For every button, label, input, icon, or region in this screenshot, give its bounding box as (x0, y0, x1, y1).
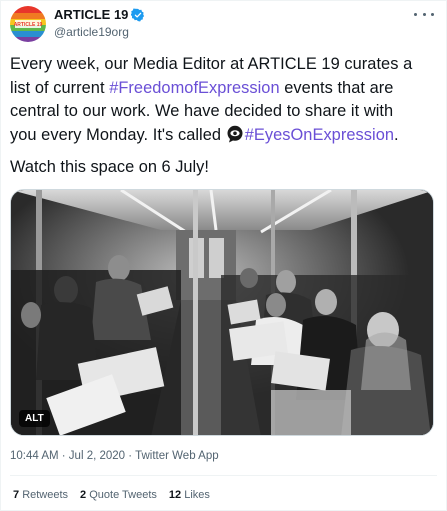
verified-badge-icon (131, 8, 145, 22)
hashtag-link-eyes[interactable]: #EyesOnExpression (245, 126, 394, 144)
text-segment: events that are (279, 78, 394, 97)
tweet-timestamp[interactable]: 10:44 AM · Jul 2, 2020 · Twitter Web App (10, 450, 219, 462)
retweets-label: Retweets (22, 489, 69, 501)
display-name[interactable]: ARTICLE 19 (54, 7, 128, 22)
likes-label: Likes (184, 489, 210, 501)
alt-text-badge[interactable]: ALT (19, 410, 50, 427)
likes-count: 12 (168, 489, 182, 501)
engagement-stats: 7 Retweets 2 Quote Tweets 12 Likes (13, 489, 210, 501)
text-segment: you every Monday. It's called (10, 125, 226, 144)
quote-tweets-stat[interactable]: 2 Quote Tweets (80, 489, 157, 501)
eye-speech-bubble-icon (226, 125, 244, 143)
tweet-text-line-4: you every Monday. It's called #EyesOnExp… (10, 124, 440, 148)
more-dots-icon[interactable] (414, 7, 434, 21)
hashtag-link-freedom[interactable]: #FreedomofExpression (109, 79, 279, 97)
tweet-photo[interactable]: ALT (10, 189, 434, 436)
tweet-card: ARTICLE 19 ARTICLE 19 @article19org Ever… (0, 0, 447, 511)
quotes-label: Quote Tweets (89, 489, 157, 501)
author-handle[interactable]: @article19org (54, 25, 129, 39)
avatar[interactable]: ARTICLE 19 (10, 6, 46, 42)
likes-stat[interactable]: 12 Likes (169, 489, 210, 501)
tweet-text-watch-line: Watch this space on 6 July! (10, 158, 209, 176)
author-name-row[interactable]: ARTICLE 19 (54, 7, 145, 22)
text-segment: list of current (10, 78, 110, 97)
retweets-stat[interactable]: 7 Retweets (13, 489, 68, 501)
tweet-text-line-1: Every week, our Media Editor at ARTICLE … (10, 55, 413, 73)
text-segment: . (394, 125, 399, 144)
retweets-count: 7 (13, 489, 20, 501)
divider (10, 475, 437, 476)
avatar-text: ARTICLE 19 (14, 22, 43, 28)
quotes-count: 2 (80, 489, 87, 501)
tweet-text-line-2: list of current #FreedomofExpression eve… (10, 77, 440, 101)
tweet-text: Every week, our Media Editor at ARTICLE … (10, 53, 440, 147)
tweet-text-line-3: central to our work. We have decided to … (10, 102, 394, 121)
